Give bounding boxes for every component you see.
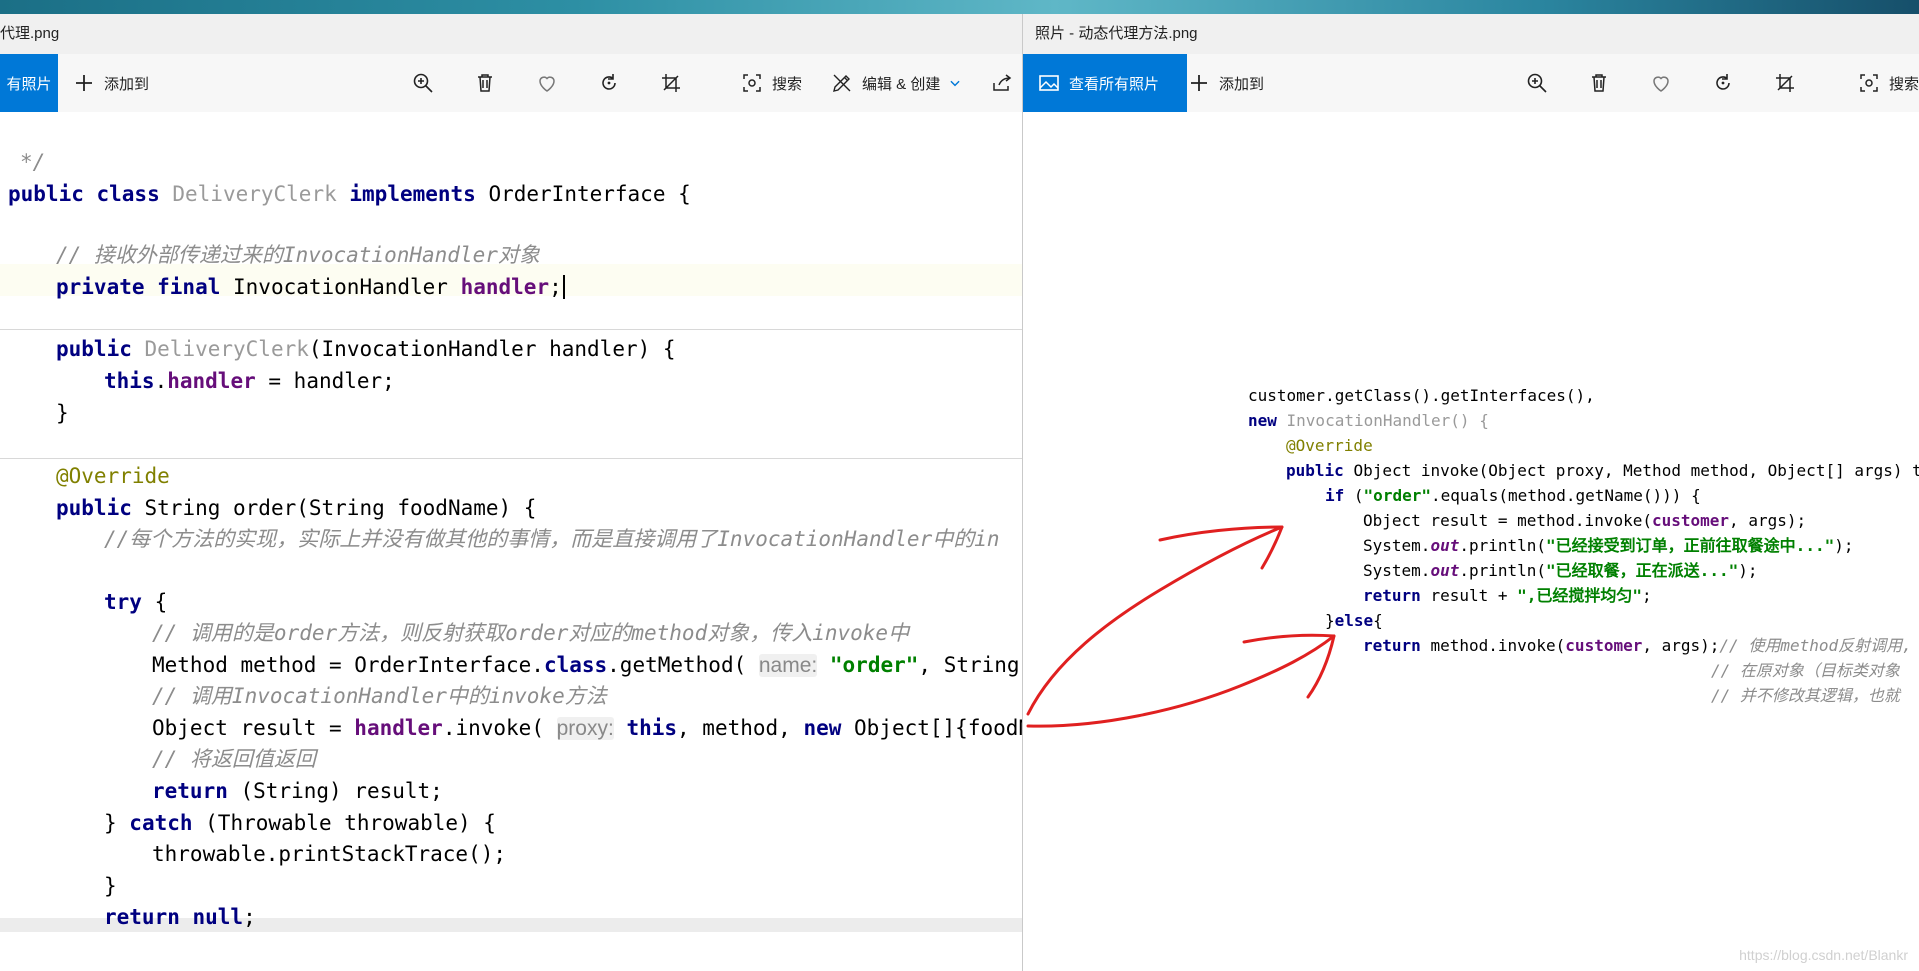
search-label: 搜索	[772, 75, 803, 93]
photo-canvas: customer.getClass().getInterfaces(), new…	[1023, 112, 1919, 971]
add-to-button[interactable]: 添加到	[72, 54, 149, 112]
code-line: // 并不修改其逻辑，也就	[1711, 686, 1900, 705]
code-line: return (String) result;	[152, 779, 443, 803]
plus-icon	[1187, 71, 1211, 95]
heart-icon	[1649, 71, 1673, 95]
code-line: this.handler = handler;	[104, 369, 395, 393]
toolbar: 查看所有照片 添加到 搜索	[1023, 54, 1919, 113]
code-line: @Override	[1286, 436, 1373, 455]
code-line: return result + ",已经搅拌均匀";	[1363, 586, 1652, 605]
code-line: if ("order".equals(method.getName())) {	[1325, 486, 1701, 505]
edit-create-label: 编辑 & 创建	[862, 75, 941, 93]
code-block-right: customer.getClass().getInterfaces(), new…	[1023, 112, 1919, 705]
text-cursor	[562, 275, 565, 299]
search-button[interactable]: 搜索	[740, 54, 802, 112]
search-icon	[740, 71, 764, 95]
search-button[interactable]: 搜索	[1857, 54, 1919, 112]
view-all-photos-button[interactable]: 有照片	[0, 54, 58, 112]
code-line: Object result = method.invoke(customer, …	[1363, 511, 1807, 530]
code-line: private final InvocationHandler handler;	[56, 272, 565, 302]
zoom-in-icon	[411, 71, 435, 95]
code-line: // 将返回值返回	[152, 747, 316, 771]
code-line: // 接收外部传递过来的InvocationHandler对象	[56, 243, 540, 267]
zoom-in-icon	[1525, 71, 1549, 95]
view-all-label: 有照片	[6, 75, 52, 93]
add-to-label: 添加到	[104, 75, 150, 93]
view-all-label: 查看所有照片	[1069, 75, 1160, 93]
code-line: customer.getClass().getInterfaces(),	[1248, 386, 1595, 405]
code-line: try {	[104, 590, 168, 614]
desktop-background-strip	[0, 0, 1919, 14]
rotate-button[interactable]	[1711, 54, 1735, 112]
code-block-left: */ public class DeliveryClerk implements…	[0, 112, 1022, 929]
code-line: public Object invoke(Object proxy, Metho…	[1286, 461, 1919, 480]
crop-button[interactable]	[1773, 54, 1797, 112]
edit-icon	[830, 71, 854, 95]
code-line: }else{	[1325, 611, 1383, 630]
window-title-text: 代理.png	[0, 25, 60, 42]
plus-icon	[72, 71, 96, 95]
window-title-text: 照片 - 动态代理方法.png	[1035, 25, 1198, 42]
zoom-button[interactable]	[411, 54, 435, 112]
code-line: } catch (Throwable throwable) {	[104, 811, 496, 835]
image-icon	[1037, 71, 1061, 95]
add-to-label: 添加到	[1219, 75, 1265, 93]
favorite-button[interactable]	[535, 54, 559, 112]
code-line: System.out.println("已经接受到订单，正前往取餐途中...")…	[1363, 536, 1854, 555]
code-line: Method method = OrderInterface.class.get…	[152, 653, 1022, 677]
share-icon	[990, 71, 1014, 95]
delete-button[interactable]	[473, 54, 497, 112]
rotate-icon	[597, 71, 621, 95]
code-line: public DeliveryClerk(InvocationHandler h…	[56, 337, 676, 361]
code-line: }	[56, 401, 69, 425]
code-line: throwable.printStackTrace();	[152, 842, 507, 866]
code-line: System.out.println("已经取餐，正在派送...");	[1363, 561, 1758, 580]
code-line: // 调用的是order方法，则反射获取order对应的method对象，传入i…	[152, 621, 910, 645]
heart-icon	[535, 71, 559, 95]
rotate-button[interactable]	[597, 54, 621, 112]
code-line: return null;	[104, 905, 256, 929]
rotate-icon	[1711, 71, 1735, 95]
photos-window-right: 照片 - 动态代理方法.png 查看所有照片 添加到 搜索 customer.g…	[1022, 14, 1919, 971]
window-title: 照片 - 动态代理方法.png	[1023, 14, 1919, 54]
code-line: @Override	[56, 464, 170, 488]
watermark: https://blog.csdn.net/Blankr	[1739, 947, 1908, 963]
delete-icon	[473, 71, 497, 95]
delete-button[interactable]	[1587, 54, 1611, 112]
crop-icon	[659, 71, 683, 95]
edit-create-button[interactable]: 编辑 & 创建	[830, 54, 962, 112]
window-title: 代理.png	[0, 14, 1022, 54]
code-line: }	[104, 874, 117, 898]
code-line: return method.invoke(customer, args);// …	[1363, 636, 1912, 655]
search-icon	[1857, 71, 1881, 95]
crop-button[interactable]	[659, 54, 683, 112]
code-line: new InvocationHandler() {	[1248, 411, 1489, 430]
code-line: public String order(String foodName) {	[56, 496, 537, 520]
toolbar: 有照片 添加到 搜索 编辑 & 创建	[0, 54, 1022, 113]
code-line: */	[20, 150, 46, 174]
code-line: // 在原对象（目标类对象	[1711, 661, 1900, 680]
add-to-button[interactable]: 添加到	[1187, 54, 1264, 112]
code-line: //每个方法的实现，实际上并没有做其他的事情，而是直接调用了Invocation…	[104, 527, 1000, 551]
share-button[interactable]	[990, 54, 1014, 112]
crop-icon	[1773, 71, 1797, 95]
view-all-photos-button[interactable]: 查看所有照片	[1023, 54, 1187, 112]
chevron-down-icon	[948, 76, 962, 90]
delete-icon	[1587, 71, 1611, 95]
code-line: public class DeliveryClerk implements Or…	[8, 182, 691, 206]
method-separator	[0, 329, 1022, 330]
photo-canvas: */ public class DeliveryClerk implements…	[0, 112, 1022, 971]
code-line: // 调用InvocationHandler中的invoke方法	[152, 684, 607, 708]
search-label: 搜索	[1889, 75, 1919, 93]
favorite-button[interactable]	[1649, 54, 1673, 112]
code-line: Object result = handler.invoke( proxy: t…	[152, 716, 1022, 740]
method-separator	[0, 458, 1022, 459]
photos-window-left: 代理.png 有照片 添加到 搜索 编辑 & 创建 */ public clas…	[0, 14, 1022, 971]
zoom-button[interactable]	[1525, 54, 1549, 112]
